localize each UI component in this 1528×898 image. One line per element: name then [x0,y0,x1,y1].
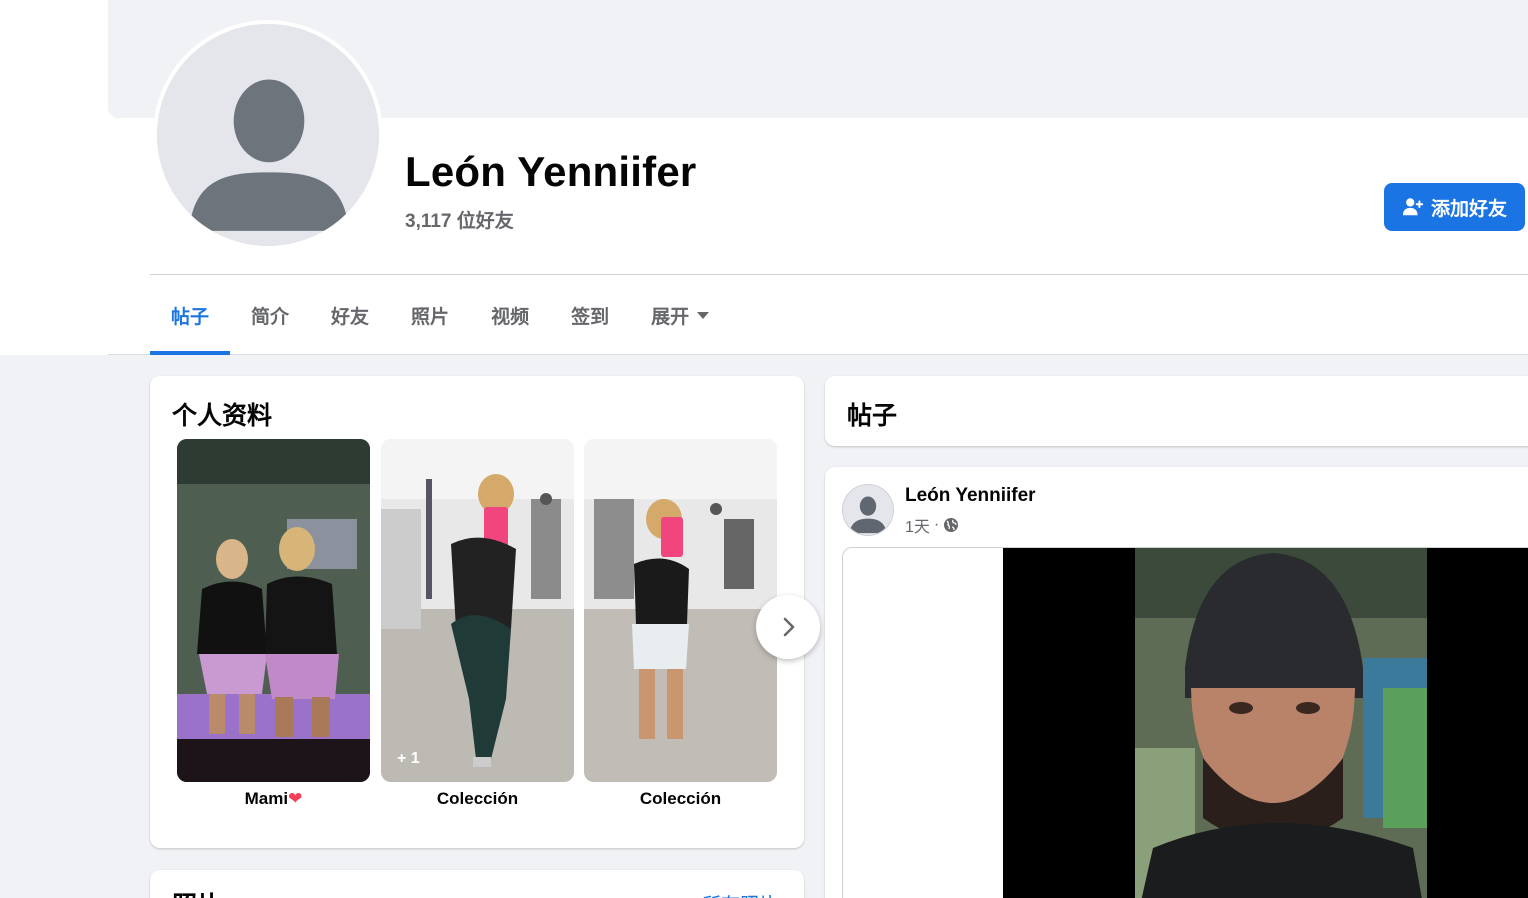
tab-friends[interactable]: 好友 [310,276,390,355]
tab-about[interactable]: 简介 [230,276,310,355]
featured-label-text: Mami [244,789,289,808]
featured-photo [177,439,370,782]
featured-photo [381,439,574,782]
tab-posts[interactable]: 帖子 [150,276,231,355]
featured-photo [584,439,777,782]
left-margin [0,0,108,355]
next-button[interactable] [756,595,820,659]
header-divider [150,274,1528,275]
photos-title: 照片 [172,886,222,898]
featured-label[interactable]: Mami❤ [177,789,370,809]
featured-label[interactable]: Colección [381,789,574,809]
tab-checkins[interactable]: 签到 [550,276,630,355]
tab-label: 帖子 [171,307,210,328]
video-frame [1003,548,1528,898]
featured-label[interactable]: Colección [584,789,777,809]
intro-card: 个人资料 + 1 Mami❤ Colección Colección [150,376,820,848]
post-author-name[interactable]: León Yenniifer [905,485,1036,507]
tab-photos[interactable]: 照片 [390,276,470,355]
profile-name: León Yenniifer [405,148,697,195]
tab-more[interactable]: 展开 [630,276,730,355]
profile-avatar[interactable] [153,20,383,250]
posts-header-card: 帖子 [825,376,1528,446]
tab-label: 展开 [651,307,690,328]
tab-label: 视频 [491,307,530,328]
meta-separator: · [933,516,940,533]
caret-down-icon [697,312,710,319]
chevron-right-icon [783,617,795,637]
post-media[interactable] [842,547,1528,898]
tab-label: 简介 [251,307,290,328]
tab-label: 照片 [411,307,450,328]
globe-icon[interactable] [943,517,959,533]
intro-title: 个人资料 [172,402,273,430]
add-friend-button[interactable]: 添加好友 [1384,183,1525,231]
featured-collection-mami[interactable] [177,439,370,782]
post-video[interactable] [1003,548,1528,898]
extra-photo-count: + 1 [397,750,420,767]
add-friend-label: 添加好友 [1430,198,1507,220]
featured-collection-2[interactable] [584,439,777,782]
default-person-icon [157,24,379,246]
posts-header-title: 帖子 [847,402,898,430]
heart-emoji: ❤ [288,789,303,808]
profile-tabs: 帖子 简介 好友 照片 视频 签到 展开 [150,276,730,355]
default-person-icon [843,485,893,535]
tab-videos[interactable]: 视频 [470,276,550,355]
post-card: León Yenniifer 1天 · [825,467,1528,898]
add-person-icon [1402,198,1424,216]
post-author-avatar[interactable] [842,484,894,536]
post-meta: 1天 · [905,513,959,537]
friend-count[interactable]: 3,117 位好友 [405,206,514,233]
all-photos-link[interactable]: 所有照片 [702,890,778,898]
post-time[interactable]: 1天 [905,513,930,537]
tab-label: 好友 [331,307,370,328]
tab-label: 签到 [571,307,610,328]
featured-collection-1[interactable]: + 1 [381,439,574,782]
photos-card: 照片 所有照片 [150,870,804,898]
